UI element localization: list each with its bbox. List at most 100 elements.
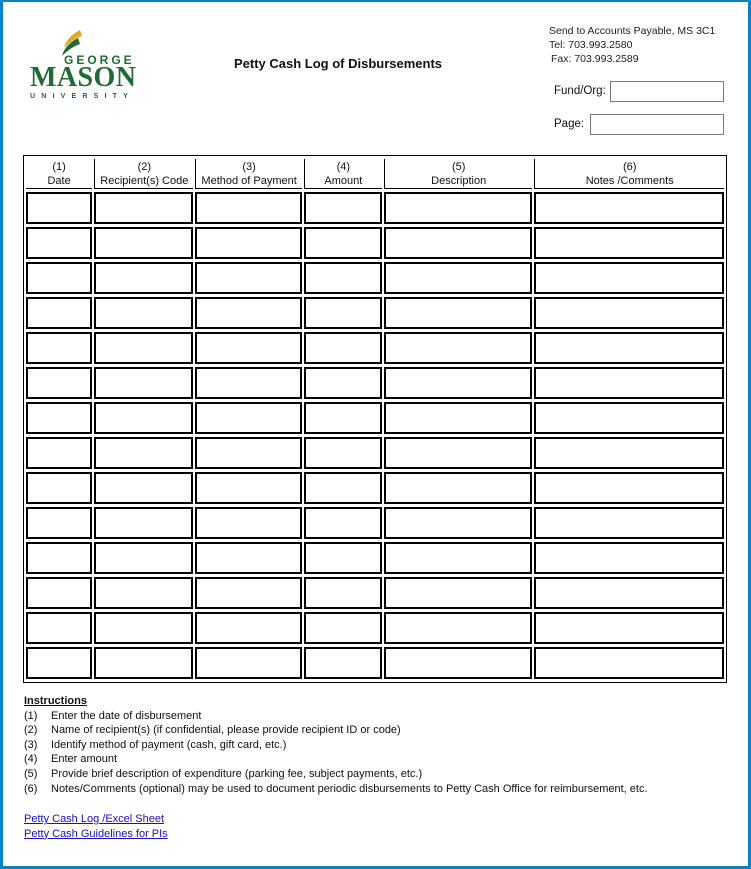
cell-description[interactable]	[383, 472, 533, 504]
cell-recipient-s-code[interactable]	[94, 577, 194, 609]
cell-amount[interactable]	[303, 507, 382, 539]
cell-notes-comments[interactable]	[534, 437, 724, 469]
table-row	[26, 437, 724, 469]
cell-date[interactable]	[26, 507, 93, 539]
instruction-item: (5) Provide brief description of expendit…	[24, 767, 648, 782]
cell-date[interactable]	[26, 262, 93, 294]
cell-date[interactable]	[26, 332, 93, 364]
cell-method-of-payment[interactable]	[195, 192, 302, 224]
petty-cash-guidelines-link[interactable]: Petty Cash Guidelines for PIs	[24, 827, 168, 842]
cell-amount[interactable]	[303, 262, 382, 294]
cell-notes-comments[interactable]	[534, 262, 724, 294]
cell-notes-comments[interactable]	[534, 647, 724, 679]
cell-date[interactable]	[26, 192, 93, 224]
cell-description[interactable]	[383, 262, 533, 294]
cell-amount[interactable]	[303, 542, 382, 574]
cell-method-of-payment[interactable]	[195, 227, 302, 259]
cell-notes-comments[interactable]	[534, 472, 724, 504]
cell-description[interactable]	[383, 297, 533, 329]
cell-recipient-s-code[interactable]	[94, 332, 194, 364]
cell-amount[interactable]	[303, 577, 382, 609]
cell-description[interactable]	[383, 192, 533, 224]
links-section: Petty Cash Log /Excel Sheet Petty Cash Gu…	[24, 812, 168, 841]
petty-cash-log-excel-link[interactable]: Petty Cash Log /Excel Sheet	[24, 812, 168, 827]
cell-description[interactable]	[383, 437, 533, 469]
cell-notes-comments[interactable]	[534, 402, 724, 434]
instruction-number: (6)	[24, 782, 38, 795]
column-label: Recipient(s) Code	[100, 174, 189, 187]
cell-recipient-s-code[interactable]	[94, 367, 194, 399]
cell-date[interactable]	[26, 297, 93, 329]
cell-description[interactable]	[383, 647, 533, 679]
cell-description[interactable]	[383, 577, 533, 609]
cell-amount[interactable]	[303, 297, 382, 329]
cell-method-of-payment[interactable]	[195, 262, 302, 294]
cell-description[interactable]	[383, 367, 533, 399]
cell-description[interactable]	[383, 402, 533, 434]
cell-date[interactable]	[26, 437, 93, 469]
cell-recipient-s-code[interactable]	[94, 192, 194, 224]
cell-amount[interactable]	[303, 402, 382, 434]
cell-method-of-payment[interactable]	[195, 437, 302, 469]
cell-date[interactable]	[26, 612, 93, 644]
cell-recipient-s-code[interactable]	[94, 472, 194, 504]
cell-description[interactable]	[383, 542, 533, 574]
tel-text: Tel: 703.993.2580	[549, 39, 633, 51]
table-row	[26, 367, 724, 399]
cell-amount[interactable]	[303, 437, 382, 469]
cell-amount[interactable]	[303, 332, 382, 364]
cell-notes-comments[interactable]	[534, 367, 724, 399]
cell-recipient-s-code[interactable]	[94, 647, 194, 679]
cell-recipient-s-code[interactable]	[94, 402, 194, 434]
george-mason-logo: GEORGE MASON UNIVERSITY	[30, 30, 136, 100]
cell-notes-comments[interactable]	[534, 227, 724, 259]
cell-method-of-payment[interactable]	[195, 367, 302, 399]
cell-date[interactable]	[26, 472, 93, 504]
cell-date[interactable]	[26, 647, 93, 679]
cell-method-of-payment[interactable]	[195, 297, 302, 329]
cell-method-of-payment[interactable]	[195, 647, 302, 679]
cell-description[interactable]	[383, 507, 533, 539]
cell-description[interactable]	[383, 332, 533, 364]
cell-recipient-s-code[interactable]	[94, 297, 194, 329]
cell-notes-comments[interactable]	[534, 542, 724, 574]
cell-recipient-s-code[interactable]	[94, 262, 194, 294]
cell-notes-comments[interactable]	[534, 507, 724, 539]
instruction-number: (3)	[24, 738, 38, 751]
cell-amount[interactable]	[303, 367, 382, 399]
page-input[interactable]	[590, 114, 724, 135]
cell-recipient-s-code[interactable]	[94, 227, 194, 259]
cell-date[interactable]	[26, 542, 93, 574]
cell-date[interactable]	[26, 402, 93, 434]
cell-recipient-s-code[interactable]	[94, 437, 194, 469]
cell-recipient-s-code[interactable]	[94, 507, 194, 539]
cell-amount[interactable]	[303, 647, 382, 679]
cell-description[interactable]	[383, 227, 533, 259]
cell-amount[interactable]	[303, 227, 382, 259]
cell-date[interactable]	[26, 577, 93, 609]
cell-amount[interactable]	[303, 472, 382, 504]
cell-notes-comments[interactable]	[534, 297, 724, 329]
table-row	[26, 402, 724, 434]
cell-notes-comments[interactable]	[534, 612, 724, 644]
cell-description[interactable]	[383, 612, 533, 644]
cell-method-of-payment[interactable]	[195, 507, 302, 539]
cell-amount[interactable]	[303, 192, 382, 224]
cell-notes-comments[interactable]	[534, 332, 724, 364]
cell-recipient-s-code[interactable]	[94, 612, 194, 644]
cell-method-of-payment[interactable]	[195, 542, 302, 574]
cell-notes-comments[interactable]	[534, 192, 724, 224]
cell-date[interactable]	[26, 227, 93, 259]
cell-date[interactable]	[26, 367, 93, 399]
cell-method-of-payment[interactable]	[195, 332, 302, 364]
cell-notes-comments[interactable]	[534, 577, 724, 609]
cell-method-of-payment[interactable]	[195, 472, 302, 504]
cell-recipient-s-code[interactable]	[94, 542, 194, 574]
page-label: Page:	[554, 118, 585, 130]
cell-method-of-payment[interactable]	[195, 577, 302, 609]
fund-org-input[interactable]	[610, 81, 724, 102]
cell-amount[interactable]	[303, 612, 382, 644]
column-header-description: (5) Description	[383, 159, 533, 189]
cell-method-of-payment[interactable]	[195, 402, 302, 434]
cell-method-of-payment[interactable]	[195, 612, 302, 644]
